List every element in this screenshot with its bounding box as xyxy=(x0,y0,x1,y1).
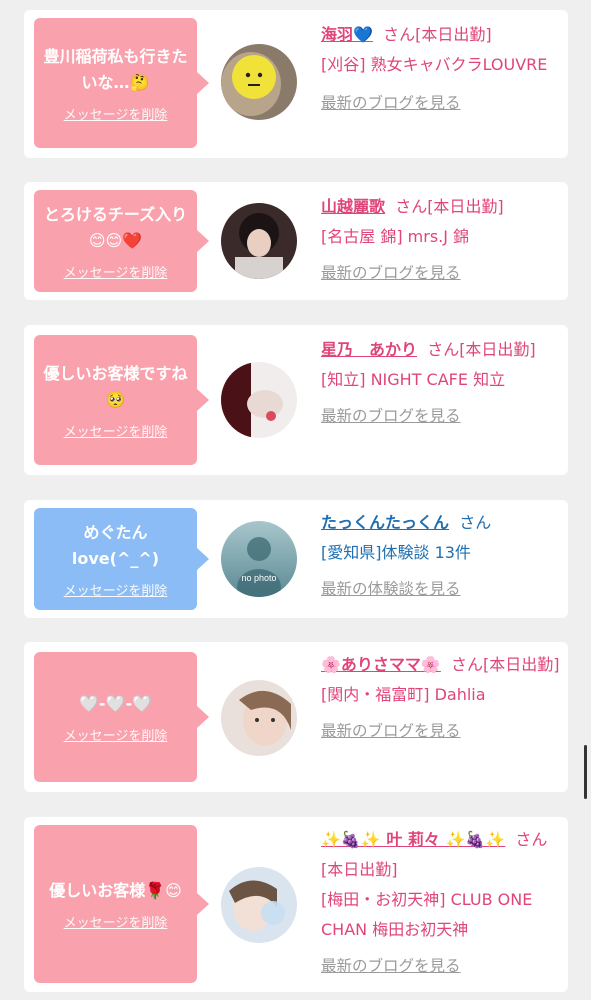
cast-status: さん[本日出勤] xyxy=(383,25,492,44)
member-suffix: さん xyxy=(459,513,492,532)
cast-name-link[interactable]: 星乃 あかり xyxy=(321,340,417,359)
message-card: 豊川稲荷私も行きたいな…🤔 メッセージを削除 海羽💙 さん[本日出勤] [刈谷]… xyxy=(24,10,568,158)
cast-status: さん[本日出勤] xyxy=(427,340,536,359)
message-bubble: 豊川稲荷私も行きたいな…🤔 メッセージを削除 xyxy=(34,18,209,148)
avatar-image xyxy=(221,44,297,120)
avatar-image xyxy=(221,203,297,279)
cast-info: ✨🍇✨ 叶 莉々 ✨🍇✨ さん[本日出勤] [梅田・お初天神] CLUB ONE… xyxy=(321,825,561,981)
cast-status: さん[本日出勤] xyxy=(451,655,560,674)
avatar[interactable] xyxy=(221,867,297,943)
message-text: 🤍-🤍-🤍 xyxy=(78,693,153,713)
member-name-link[interactable]: たっくんたっくん xyxy=(321,513,449,532)
cast-name-link[interactable]: 山越麗歌 xyxy=(321,197,385,216)
avatar[interactable]: no photo xyxy=(221,521,297,597)
avatar-image xyxy=(221,867,297,943)
delete-message-link[interactable]: メッセージを削除 xyxy=(64,580,168,599)
message-card: 優しいお客様ですね🥺 メッセージを削除 星乃 あかり さん[本日出勤] [知立]… xyxy=(24,325,568,475)
message-text: 優しいお客様🌹😊 xyxy=(49,880,182,900)
delete-message-link[interactable]: メッセージを削除 xyxy=(64,725,168,744)
cast-name-link[interactable]: ✨🍇✨ 叶 莉々 ✨🍇✨ xyxy=(321,830,505,849)
avatar-image xyxy=(221,362,297,438)
latest-blog-link[interactable]: 最新のブログを見る xyxy=(321,401,561,431)
avatar[interactable] xyxy=(221,362,297,438)
scrollbar[interactable] xyxy=(584,745,587,799)
avatar-image xyxy=(221,680,297,756)
delete-message-link[interactable]: メッセージを削除 xyxy=(64,912,168,931)
cast-name-link[interactable]: 海羽💙 xyxy=(321,25,373,44)
review-area: [愛知県]体験談 13件 xyxy=(321,543,471,562)
message-bubble: 🤍-🤍-🤍 メッセージを削除 xyxy=(34,652,209,782)
avatar[interactable] xyxy=(221,680,297,756)
cast-area: [刈谷] 熟女キャバクラLOUVRE xyxy=(321,55,548,74)
cast-area: [関内・福富町] Dahlia xyxy=(321,685,486,704)
message-card: めぐたんlove(^_^) メッセージを削除 no photo たっくんたっくん… xyxy=(24,500,568,618)
message-bubble: とろけるチーズ入り😊😊❤️ メッセージを削除 xyxy=(34,190,209,292)
message-text: 豊川稲荷私も行きたいな…🤔 xyxy=(43,46,188,92)
cast-status: さん[本日出勤] xyxy=(395,197,504,216)
cast-area: [梅田・お初天神] CLUB ONE CHAN 梅田お初天神 xyxy=(321,890,533,939)
latest-review-link[interactable]: 最新の体験談を見る xyxy=(321,574,561,604)
cast-info: 🌸ありさママ🌸 さん[本日出勤] [関内・福富町] Dahlia 最新のブログを… xyxy=(321,650,561,746)
no-photo-icon: no photo xyxy=(221,521,297,597)
cast-info: 海羽💙 さん[本日出勤] [刈谷] 熟女キャバクラLOUVRE 最新のブログを見… xyxy=(321,20,561,118)
latest-blog-link[interactable]: 最新のブログを見る xyxy=(321,716,561,746)
cast-info: たっくんたっくん さん [愛知県]体験談 13件 最新の体験談を見る xyxy=(321,508,561,604)
message-text: とろけるチーズ入り😊😊❤️ xyxy=(43,204,188,250)
message-card: 🤍-🤍-🤍 メッセージを削除 🌸ありさママ🌸 さん[本日出勤] [関内・福富町]… xyxy=(24,642,568,792)
avatar-no-photo-text: no photo xyxy=(241,573,276,583)
message-card: とろけるチーズ入り😊😊❤️ メッセージを削除 山越麗歌 さん[本日出勤] [名古… xyxy=(24,182,568,300)
message-bubble: めぐたんlove(^_^) メッセージを削除 xyxy=(34,508,209,610)
avatar[interactable] xyxy=(221,203,297,279)
cast-name-link[interactable]: 🌸ありさママ🌸 xyxy=(321,655,441,674)
message-text: 優しいお客様ですね🥺 xyxy=(43,363,188,409)
cast-info: 星乃 あかり さん[本日出勤] [知立] NIGHT CAFE 知立 最新のブロ… xyxy=(321,335,561,431)
latest-blog-link[interactable]: 最新のブログを見る xyxy=(321,88,561,118)
message-bubble: 優しいお客様🌹😊 メッセージを削除 xyxy=(34,825,209,983)
message-bubble: 優しいお客様ですね🥺 メッセージを削除 xyxy=(34,335,209,465)
latest-blog-link[interactable]: 最新のブログを見る xyxy=(321,951,561,981)
delete-message-link[interactable]: メッセージを削除 xyxy=(64,421,168,440)
message-card: 優しいお客様🌹😊 メッセージを削除 ✨🍇✨ 叶 莉々 ✨🍇✨ さん[本日出勤] … xyxy=(24,817,568,992)
cast-area: [名古屋 錦] mrs.J 錦 xyxy=(321,227,470,246)
cast-info: 山越麗歌 さん[本日出勤] [名古屋 錦] mrs.J 錦 最新のブログを見る xyxy=(321,192,561,288)
delete-message-link[interactable]: メッセージを削除 xyxy=(64,104,168,123)
avatar[interactable] xyxy=(221,44,297,120)
message-text: めぐたんlove(^_^) xyxy=(71,522,160,568)
latest-blog-link[interactable]: 最新のブログを見る xyxy=(321,258,561,288)
delete-message-link[interactable]: メッセージを削除 xyxy=(64,262,168,281)
cast-area: [知立] NIGHT CAFE 知立 xyxy=(321,370,506,389)
